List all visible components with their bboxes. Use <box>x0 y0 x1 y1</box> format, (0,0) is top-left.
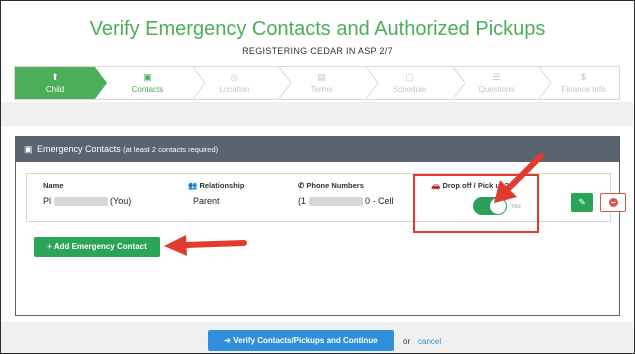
step-location[interactable]: ◎ Location <box>197 67 272 99</box>
phone-suffix: 0 - Cell <box>365 196 394 206</box>
step-chevron <box>95 67 107 99</box>
redacted-block <box>308 197 363 207</box>
annotation-highlight-box <box>413 174 539 233</box>
step-schedule[interactable]: ▢ Schedule <box>372 67 447 99</box>
contact-name-suffix: (You) <box>110 196 132 206</box>
location-icon: ◎ <box>230 72 239 82</box>
verify-label: Verify Contacts/Pickups and Continue <box>233 336 378 345</box>
phones-header: ✆ Phone Numbers <box>298 181 364 190</box>
phones-label: Phone Numbers <box>306 181 364 190</box>
add-contact-label: Add Emergency Contact <box>53 242 147 251</box>
panel-title: Emergency Contacts <box>37 144 121 154</box>
name-label: Name <box>43 181 64 190</box>
minus-circle-icon <box>608 198 618 207</box>
phone-prefix: (1 <box>298 196 307 206</box>
panel-header: ▣ Emergency Contacts (at least 2 contact… <box>16 137 619 162</box>
calendar-icon: ▢ <box>405 72 414 82</box>
toolbar-band <box>1 102 633 126</box>
delete-contact-button[interactable] <box>600 193 626 212</box>
ambulance-icon: ▣ <box>24 144 33 154</box>
contacts-icon: ▣ <box>143 72 152 82</box>
cancel-link[interactable]: cancel <box>418 337 441 346</box>
pencil-icon: ✎ <box>578 197 586 207</box>
step-finance-info[interactable]: $ Finance Info <box>546 67 619 99</box>
step-child[interactable]: ⬆ Child <box>15 67 95 99</box>
verify-continue-button[interactable]: ➜ Verify Contacts/Pickups and Continue <box>208 330 394 351</box>
add-emergency-contact-button[interactable]: + Add Emergency Contact <box>34 237 160 257</box>
progress-steps: ⬆ Child ▣ Contacts ◎ Location ▤ Terms ▢ … <box>14 66 620 100</box>
page-subtitle: REGISTERING CEDAR IN ASP 2/7 <box>242 46 393 56</box>
edit-contact-button[interactable]: ✎ <box>571 193 593 212</box>
relationship-label: Relationship <box>199 181 245 190</box>
users-icon: 👥 <box>188 181 198 190</box>
contact-relationship: Parent <box>193 196 220 206</box>
phone-icon: ✆ <box>298 181 305 190</box>
step-questions[interactable]: ☰ Questions <box>459 67 534 99</box>
relationship-header: 👥 Relationship <box>188 181 244 190</box>
contact-phone: (1 0 - Cell <box>298 196 394 207</box>
child-icon: ⬆ <box>51 72 59 82</box>
contact-name: Pl (You) <box>43 196 132 207</box>
arrow-right-icon: ➜ <box>224 336 231 345</box>
redacted-block <box>53 197 108 207</box>
step-contacts[interactable]: ▣ Contacts <box>110 67 185 99</box>
step-terms[interactable]: ▤ Terms <box>284 67 359 99</box>
page-title: Verify Emergency Contacts and Authorized… <box>89 18 546 40</box>
panel-note: (at least 2 contacts required) <box>123 145 219 154</box>
or-text: or <box>403 337 411 346</box>
terms-icon: ▤ <box>317 72 326 82</box>
plus-icon: + <box>47 242 52 251</box>
dollar-icon: $ <box>580 72 586 82</box>
list-icon: ☰ <box>492 72 501 82</box>
contact-name-prefix: Pl <box>43 196 52 206</box>
